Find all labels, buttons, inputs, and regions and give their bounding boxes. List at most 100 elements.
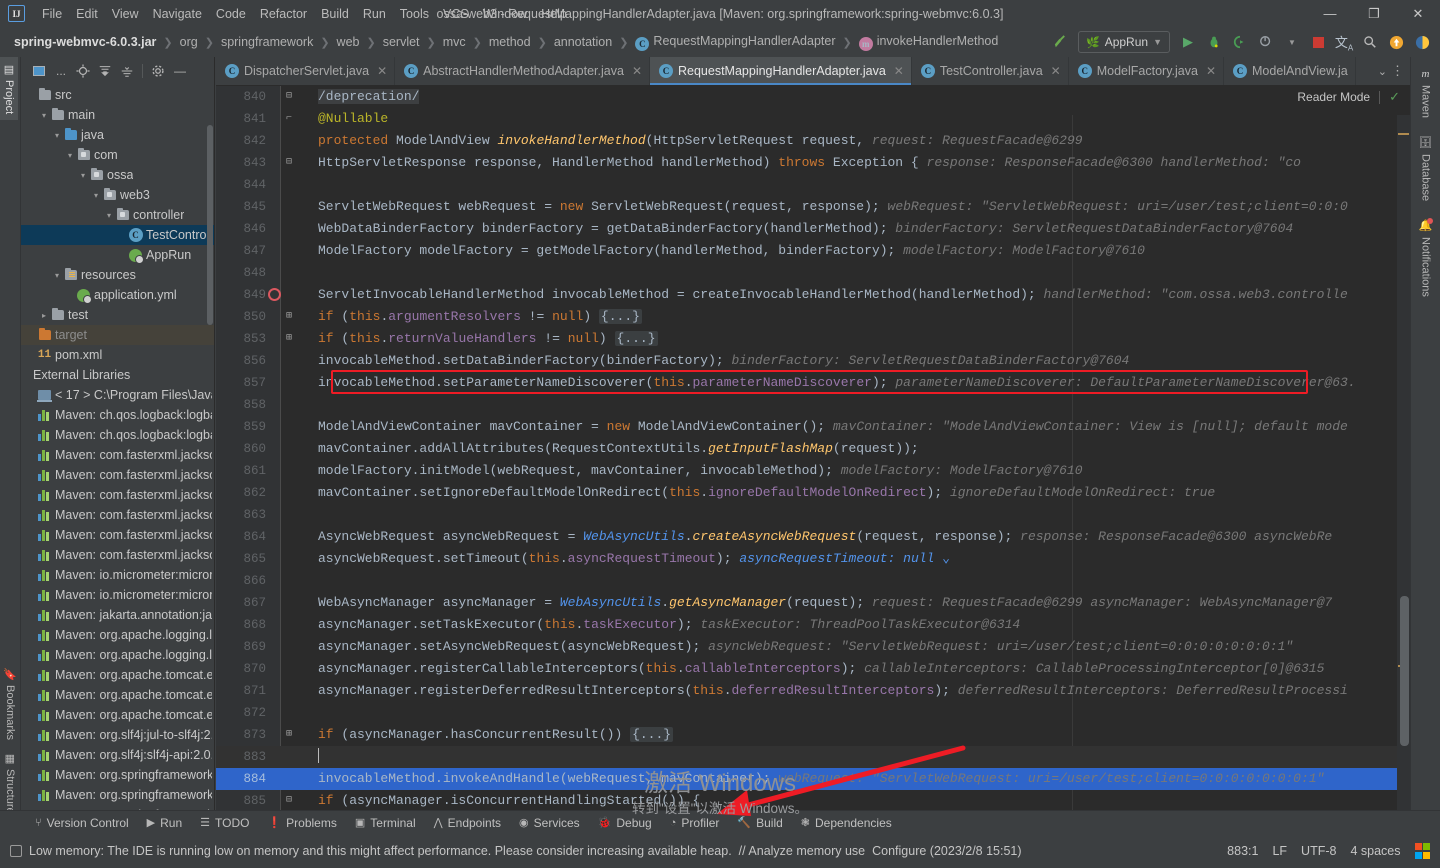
tree-node[interactable]: target: [21, 325, 214, 345]
breadcrumb-servlet[interactable]: servlet: [381, 34, 422, 50]
code-line[interactable]: 863: [216, 504, 1410, 526]
code-line[interactable]: 853 ⊞ if (this.returnValueHandlers != nul…: [216, 328, 1410, 350]
close-tab-icon[interactable]: ✕: [894, 64, 904, 78]
close-tab-icon[interactable]: ✕: [632, 64, 642, 78]
locate-icon[interactable]: [73, 61, 93, 81]
tree-expand-arrow[interactable]: ▾: [38, 111, 50, 120]
breadcrumb-springframework[interactable]: springframework: [219, 34, 315, 50]
code-line[interactable]: 842 protected ModelAndView invokeHandlerM…: [216, 130, 1410, 152]
tree-node[interactable]: ▾ java: [21, 125, 214, 145]
tool-window-problems[interactable]: ❗ Problems: [258, 814, 345, 832]
maximize-button[interactable]: ❐: [1352, 0, 1396, 27]
tree-node[interactable]: ▾ controller: [21, 205, 214, 225]
code-line[interactable]: 873 ⊞ if (asyncManager.hasConcurrentResul…: [216, 724, 1410, 746]
tree-node[interactable]: application.yml: [21, 285, 214, 305]
code-line[interactable]: 857 invocableMethod.setParameterNameDisc…: [216, 372, 1410, 394]
menu-vcs[interactable]: VCS: [436, 4, 476, 24]
search-icon[interactable]: [1358, 30, 1382, 54]
code-line[interactable]: 849 ServletInvocableHandlerMethod invoca…: [216, 284, 1410, 306]
update-icon[interactable]: [1384, 30, 1408, 54]
code-line[interactable]: 843 ⊟ HttpServletResponse response, Handl…: [216, 152, 1410, 174]
reader-mode-label[interactable]: Reader Mode: [1297, 90, 1370, 104]
tree-node[interactable]: Maven: com.fasterxml.jackson: [21, 465, 214, 485]
tree-node[interactable]: Maven: com.fasterxml.jackson: [21, 525, 214, 545]
tool-tab-maven[interactable]: m Maven: [1416, 61, 1436, 125]
chevron-down-icon[interactable]: ⌄: [1378, 65, 1387, 78]
expand-all-icon[interactable]: [95, 61, 115, 81]
tree-node[interactable]: Maven: org.springframework: [21, 765, 214, 785]
code-line[interactable]: 867 WebAsyncManager asyncManager = WebAs…: [216, 592, 1410, 614]
minimize-button[interactable]: —: [1308, 0, 1352, 27]
tool-window-run[interactable]: ▶ Run: [138, 814, 191, 832]
debug-icon[interactable]: [1202, 30, 1226, 54]
hide-panel-icon[interactable]: —: [170, 61, 190, 81]
tree-expand-arrow[interactable]: ▾: [64, 151, 76, 160]
code-line[interactable]: 858: [216, 394, 1410, 416]
code-line[interactable]: 846 WebDataBinderFactory binderFactory =…: [216, 218, 1410, 240]
more-vertical-icon[interactable]: ⋮: [1391, 63, 1404, 79]
tree-expand-arrow[interactable]: ▾: [103, 211, 115, 220]
tree-expand-arrow[interactable]: ▾: [51, 271, 63, 280]
code-line[interactable]: 848: [216, 262, 1410, 284]
tree-node[interactable]: ▾ resources: [21, 265, 214, 285]
menu-file[interactable]: File: [35, 4, 69, 24]
tree-node[interactable]: Maven: ch.qos.logback:logba: [21, 425, 214, 445]
breadcrumb-class[interactable]: C RequestMappingHandlerAdapter: [633, 33, 837, 52]
tree-node[interactable]: Maven: com.fasterxml.jackson: [21, 505, 214, 525]
tree-node[interactable]: CTestController: [21, 225, 214, 245]
collapse-all-icon[interactable]: [117, 61, 137, 81]
tool-window-debug[interactable]: 🐞 Debug: [589, 814, 661, 832]
breadcrumb-web[interactable]: web: [335, 34, 362, 50]
breadcrumb-jar[interactable]: spring-webmvc-6.0.3.jar: [12, 34, 158, 50]
code-line[interactable]: 841 ⌐ @Nullable: [216, 108, 1410, 130]
breadcrumb-method[interactable]: method: [487, 34, 533, 50]
fold-marker-icon[interactable]: ⊞: [282, 328, 296, 350]
editor-tab-modelfactory-java[interactable]: C ModelFactory.java ✕: [1069, 57, 1224, 85]
code-line[interactable]: 871 asyncManager.registerDeferredResultI…: [216, 680, 1410, 702]
menu-build[interactable]: Build: [314, 4, 356, 24]
close-button[interactable]: ✕: [1396, 0, 1440, 27]
code-line[interactable]: 850 ⊞ if (this.argumentResolvers != null)…: [216, 306, 1410, 328]
code-line[interactable]: 859 ModelAndViewContainer mavContainer =…: [216, 416, 1410, 438]
code-line[interactable]: 869 asyncManager.setAsyncWebRequest(asyn…: [216, 636, 1410, 658]
code-line[interactable]: 884 invocableMethod.invokeAndHandle(webR…: [216, 768, 1410, 790]
code-lines[interactable]: 840 ⊟ /deprecation/841 ⌐ @Nullable 842 protect…: [216, 86, 1410, 812]
editor-tab-requestmappinghandleradapter-java[interactable]: C RequestMappingHandlerAdapter.java ✕: [650, 57, 912, 85]
tree-node[interactable]: Maven: ch.qos.logback:logba: [21, 405, 214, 425]
tree-node[interactable]: Maven: com.fasterxml.jackson: [21, 485, 214, 505]
translate-icon[interactable]: 文A: [1332, 30, 1356, 54]
indent-setting[interactable]: 4 spaces: [1350, 844, 1400, 858]
tool-tab-bookmarks[interactable]: 🔖 Bookmarks: [0, 662, 20, 746]
tree-node[interactable]: 11 pom.xml: [21, 345, 214, 365]
code-line[interactable]: 844: [216, 174, 1410, 196]
ide-avatar-icon[interactable]: [1410, 30, 1434, 54]
tree-node[interactable]: ▾ main: [21, 105, 214, 125]
tree-node[interactable]: Maven: io.micrometer:microm: [21, 565, 214, 585]
code-line[interactable]: 865 asyncWebRequest.setTimeout(this.asyn…: [216, 548, 1410, 570]
file-encoding[interactable]: UTF-8: [1301, 844, 1336, 858]
configure-link[interactable]: Configure (2023/2/8 15:51): [872, 844, 1021, 858]
code-line[interactable]: 883: [216, 746, 1410, 768]
tool-window-profiler[interactable]: ◔ Profiler: [661, 814, 729, 832]
tool-tab-structure[interactable]: ▦ Structure: [0, 746, 20, 820]
menu-tools[interactable]: Tools: [393, 4, 436, 24]
analyze-memory-link[interactable]: // Analyze memory use: [739, 844, 865, 858]
project-view-selector[interactable]: [29, 61, 49, 81]
profiler-icon[interactable]: [1254, 30, 1278, 54]
tree-node[interactable]: Maven: io.micrometer:microm: [21, 585, 214, 605]
tree-node[interactable]: External Libraries: [21, 365, 214, 385]
editor-tab-dispatcherservlet-java[interactable]: C DispatcherServlet.java ✕: [216, 57, 396, 85]
fold-marker-icon[interactable]: ⊞: [282, 306, 296, 328]
tree-expand-arrow[interactable]: ▾: [90, 191, 102, 200]
tree-node[interactable]: Maven: org.apache.logging.lo: [21, 625, 214, 645]
code-line[interactable]: 847 ModelFactory modelFactory = getModel…: [216, 240, 1410, 262]
code-line[interactable]: 885 ⊟ if (asyncManager.isConcurrentHandli…: [216, 790, 1410, 812]
tree-node[interactable]: ▾ ossa: [21, 165, 214, 185]
tool-window-terminal[interactable]: ▣ Terminal: [346, 814, 425, 832]
menu-navigate[interactable]: Navigate: [146, 4, 209, 24]
tool-window-endpoints[interactable]: ⋀ Endpoints: [425, 814, 510, 832]
gear-icon[interactable]: [148, 61, 168, 81]
tool-window-dependencies[interactable]: ❃ Dependencies: [792, 814, 901, 832]
breadcrumb-annotation[interactable]: annotation: [552, 34, 614, 50]
menu-run[interactable]: Run: [356, 4, 393, 24]
